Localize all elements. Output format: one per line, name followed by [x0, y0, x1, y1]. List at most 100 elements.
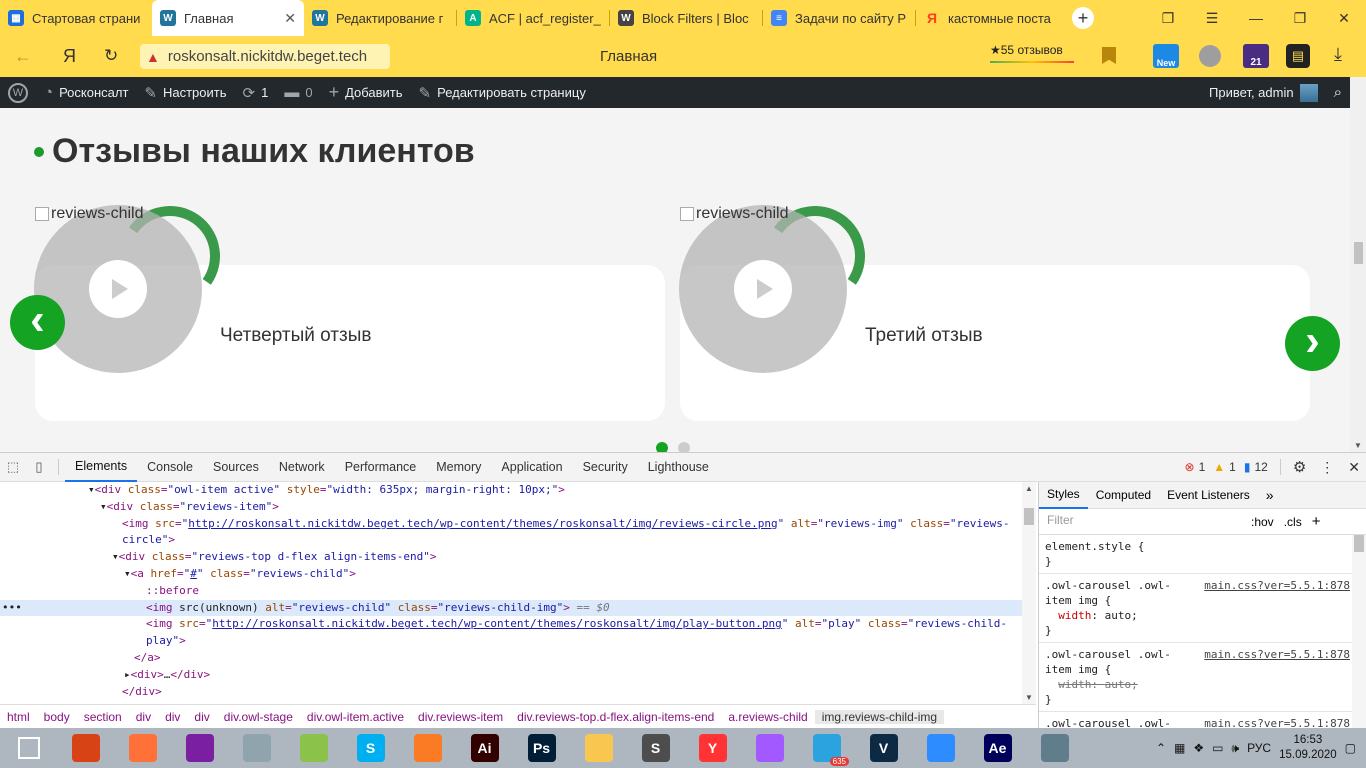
tab-sources[interactable]: Sources: [203, 453, 269, 482]
rule-property[interactable]: width: [1058, 609, 1091, 622]
dom-node[interactable]: ▾<div class="owl-item active" style="wid…: [0, 482, 1022, 499]
sublime-text-taskbar-button[interactable]: S: [627, 728, 684, 768]
tab-performance[interactable]: Performance: [335, 453, 427, 482]
dom-node[interactable]: ▾<div class="reviews-top d-flex align-it…: [0, 549, 1022, 566]
breadcrumb-item[interactable]: div: [187, 710, 216, 724]
breadcrumb-item[interactable]: body: [37, 710, 77, 724]
photoshop-taskbar-button[interactable]: Ps: [513, 728, 570, 768]
style-rule[interactable]: .owl-carousel .owl-item img { main.css?v…: [1039, 574, 1366, 643]
breadcrumb-item[interactable]: div.reviews-top.d-flex.align-items-end: [510, 710, 721, 724]
paint-taskbar-button[interactable]: [228, 728, 285, 768]
calendar-extension-icon[interactable]: 21: [1243, 44, 1269, 68]
zoom-taskbar-button[interactable]: [912, 728, 969, 768]
class-toggle[interactable]: .cls: [1284, 515, 1302, 529]
breadcrumb-item[interactable]: div.owl-item.active: [300, 710, 411, 724]
file-explorer-taskbar-button[interactable]: [570, 728, 627, 768]
inspect-element-icon[interactable]: ⬚: [0, 459, 26, 475]
skype-taskbar-button[interactable]: S: [342, 728, 399, 768]
tab-network[interactable]: Network: [269, 453, 335, 482]
rule-source-link[interactable]: main.css?ver=5.5.1:878: [1204, 647, 1350, 662]
new-extension-icon[interactable]: New: [1153, 44, 1179, 68]
tab-application[interactable]: Application: [491, 453, 572, 482]
yandex-logo-icon[interactable]: Я: [63, 46, 76, 67]
browser-tab[interactable]: A ACF | acf_register_: [457, 0, 609, 36]
styles-filter-input[interactable]: Filter: [1045, 512, 1241, 531]
dom-scrollbar[interactable]: ▲ ▼: [1022, 482, 1036, 704]
rule-value[interactable]: auto: [1105, 609, 1132, 622]
breadcrumb-item[interactable]: img.reviews-child-img: [814, 710, 945, 724]
browser-tab[interactable]: W Редактирование г: [304, 0, 456, 36]
breadcrumb-item[interactable]: div.reviews-item: [411, 710, 510, 724]
yandex-browser-taskbar-button[interactable]: Y: [684, 728, 741, 768]
language-indicator[interactable]: РУС: [1247, 741, 1271, 755]
rule-property-overridden[interactable]: width: [1058, 678, 1091, 691]
dropbox-icon[interactable]: ❖: [1193, 741, 1204, 755]
restore-icon[interactable]: ❐: [1278, 0, 1322, 36]
dom-node[interactable]: <img src="http://roskonsalt.nickitdw.beg…: [0, 516, 1022, 533]
breadcrumb-item[interactable]: section: [77, 710, 129, 724]
breadcrumb-item[interactable]: div: [158, 710, 187, 724]
dom-pseudo[interactable]: ::before: [0, 583, 1022, 600]
download-icon[interactable]: ⤓: [1334, 44, 1342, 65]
menu-icon[interactable]: ☰: [1190, 0, 1234, 36]
updates-link[interactable]: ⟳ 1: [235, 77, 277, 108]
dom-close-div[interactable]: </div>: [0, 684, 1022, 701]
browser-tab[interactable]: ▦ Стартовая страни: [0, 0, 152, 36]
tab-elements[interactable]: Elements: [65, 453, 138, 482]
slider-dot[interactable]: [656, 442, 668, 452]
style-rule[interactable]: element.style {}: [1039, 535, 1366, 574]
scroll-down-arrow[interactable]: ▼: [1025, 693, 1033, 702]
hover-state-toggle[interactable]: :hov: [1251, 515, 1274, 529]
dom-node[interactable]: <img src="http://roskonsalt.nickitdw.beg…: [0, 616, 1022, 633]
rule-source-link[interactable]: main.css?ver=5.5.1:878: [1204, 578, 1350, 593]
tab-security[interactable]: Security: [573, 453, 638, 482]
dom-node[interactable]: ▾<a href="#" class="reviews-child">: [0, 566, 1022, 583]
more-tabs-icon[interactable]: »: [1258, 482, 1282, 509]
vpn-taskbar-button[interactable]: [1026, 728, 1083, 768]
network-icon[interactable]: ▦: [1174, 741, 1185, 755]
minimize-icon[interactable]: —: [1234, 0, 1278, 36]
rule-value-overridden[interactable]: auto: [1105, 678, 1132, 691]
site-name-menu[interactable]: ◔ Росконсалт: [36, 77, 136, 108]
ccleaner-taskbar-button[interactable]: [57, 728, 114, 768]
scroll-up-arrow[interactable]: ▲: [1025, 484, 1033, 493]
breadcrumb-item[interactable]: a.reviews-child: [721, 710, 814, 724]
xampp-taskbar-button[interactable]: [399, 728, 456, 768]
scrollbar-thumb[interactable]: [1354, 535, 1364, 552]
tab-event-listeners[interactable]: Event Listeners: [1159, 482, 1258, 509]
figma-taskbar-button[interactable]: [741, 728, 798, 768]
style-rule[interactable]: .owl-carousel .owl-item img { main.css?v…: [1039, 643, 1366, 712]
url-field[interactable]: ▲ roskonsalt.nickitdw.beget.tech: [140, 44, 390, 69]
telegram-taskbar-button[interactable]: 635: [798, 728, 855, 768]
next-slide-button[interactable]: ›: [1285, 316, 1340, 371]
illustrator-taskbar-button[interactable]: Ai: [456, 728, 513, 768]
settings-gear-icon[interactable]: ⚙: [1293, 458, 1306, 476]
dom-close-a[interactable]: </a>: [0, 650, 1022, 667]
styles-scrollbar[interactable]: [1352, 535, 1366, 729]
tab-computed[interactable]: Computed: [1088, 482, 1159, 509]
extension-owl-icon[interactable]: [1199, 45, 1221, 67]
breadcrumb-item[interactable]: div: [129, 710, 158, 724]
search-button[interactable]: ⌕: [1326, 77, 1350, 108]
breadcrumb-item[interactable]: html: [0, 710, 37, 724]
volume-icon[interactable]: 🕪: [1232, 741, 1240, 756]
device-toolbar-icon[interactable]: ▯: [26, 459, 52, 475]
chevron-up-icon[interactable]: ⌃: [1156, 741, 1166, 755]
reviews-badge[interactable]: ★55 отзывов: [990, 43, 1074, 63]
close-tab-icon[interactable]: ✕: [284, 10, 296, 27]
new-rule-icon[interactable]: +: [1312, 513, 1321, 530]
comments-link[interactable]: ▬ 0: [276, 77, 320, 108]
sticky-notes-taskbar-button[interactable]: [285, 728, 342, 768]
wp-logo-menu[interactable]: W: [0, 77, 36, 108]
back-icon[interactable]: ←: [14, 46, 32, 67]
issue-counters[interactable]: ⊗ 1 ▲ 1 ▮ 12 ⚙ ⋮ ✕: [1185, 458, 1366, 477]
browser-tab[interactable]: Я кастомные поста: [916, 0, 1062, 36]
browser-tab-active[interactable]: W Главная ✕: [152, 0, 304, 36]
add-new-menu[interactable]: + Добавить: [321, 77, 411, 108]
battery-icon[interactable]: ▭: [1212, 741, 1223, 755]
windows-start-taskbar-button[interactable]: [0, 728, 57, 768]
close-devtools-icon[interactable]: ✕: [1348, 459, 1360, 476]
more-options-icon[interactable]: ⋮: [1320, 459, 1334, 476]
play-button[interactable]: [734, 260, 792, 318]
edit-page-link[interactable]: ✎ Редактировать страницу: [411, 77, 594, 108]
